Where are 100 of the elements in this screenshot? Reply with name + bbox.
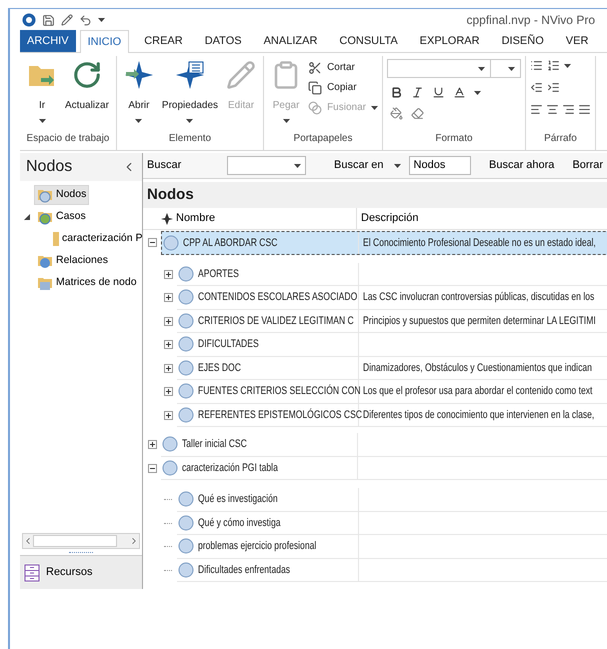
ribbon-tab[interactable]: DATOS <box>198 30 249 52</box>
horizontal-scrollbar[interactable] <box>22 533 140 549</box>
highlight-icon[interactable] <box>390 107 403 120</box>
ribbon-tab[interactable]: ARCHIV <box>20 30 76 52</box>
column-header[interactable]: Descripción <box>361 210 418 227</box>
bold-icon[interactable] <box>390 86 403 99</box>
node-row[interactable]: CPP AL ABORDAR CSC El Conocimiento Profesional Deseable no es un estado ideal, <box>161 231 607 254</box>
node-row[interactable]: DIFICULTADES <box>177 333 607 356</box>
ribbon-small-button[interactable]: Cortar <box>308 60 378 75</box>
expand-box-icon[interactable] <box>164 364 172 373</box>
node-row[interactable]: APORTES <box>177 262 607 286</box>
tree-item[interactable]: Nodos <box>34 185 90 205</box>
node-row[interactable]: Qué es investigación <box>177 488 607 512</box>
indent-increase-icon[interactable] <box>546 81 560 94</box>
italic-icon[interactable] <box>410 86 424 99</box>
ribbon-group-title: Formato <box>435 132 473 145</box>
ribbon-small-button[interactable]: Copiar <box>308 80 378 95</box>
undo-icon[interactable] <box>79 14 92 26</box>
collapse-box-icon[interactable] <box>148 238 156 248</box>
bullet-list-icon[interactable] <box>530 59 543 72</box>
node-name: Dificultades enfrentadas <box>195 558 359 581</box>
ribbon-tab[interactable]: CONSULTA <box>332 30 405 52</box>
node-name: CRITERIOS DE VALIDEZ LEGITIMAN C <box>195 310 359 332</box>
search-in-dropdown[interactable]: Buscar en <box>334 157 401 174</box>
search-field[interactable] <box>227 156 306 175</box>
align-center-icon[interactable] <box>546 103 559 116</box>
search-action-button[interactable]: Buscar ahora <box>489 157 554 174</box>
search-label: Buscar <box>147 158 182 174</box>
indent-decrease-icon[interactable] <box>530 81 543 94</box>
expand-arrow-icon[interactable] <box>24 214 30 220</box>
search-scope-field[interactable]: Nodos <box>408 156 471 175</box>
align-right-icon[interactable] <box>562 103 575 116</box>
pencil-icon[interactable] <box>61 14 73 26</box>
app-logo-icon[interactable] <box>22 13 36 27</box>
node-circle-icon <box>178 538 194 554</box>
window-title: cppfinal.nvp - NVivo Pro <box>466 12 595 29</box>
dropdown-caret-icon <box>394 164 401 168</box>
search-action-button[interactable]: Borrar <box>572 157 603 174</box>
ribbon-button[interactable]: Actualizar <box>62 56 112 130</box>
collapse-box-icon[interactable] <box>148 464 156 473</box>
star-arrow-icon <box>124 60 154 90</box>
ribbon-group-title: Portapapeles <box>294 132 352 145</box>
tree-item[interactable]: Matrices de nodo <box>34 273 140 293</box>
node-row[interactable]: Taller inicial CSC <box>161 433 607 456</box>
expand-box-icon[interactable] <box>148 440 156 450</box>
align-justify-icon[interactable] <box>578 103 591 116</box>
ribbon-tab[interactable]: EXPLORAR <box>412 30 487 52</box>
node-row[interactable]: REFERENTES EPISTEMOLÓGICOS CSCDiferentes tipos de conocimiento que intervienen en la clase, <box>177 404 607 427</box>
scissors-icon <box>308 60 322 74</box>
expand-box-icon[interactable] <box>164 270 172 279</box>
node-row[interactable]: Qué y cómo investiga <box>177 512 607 535</box>
node-circle-icon <box>178 360 194 376</box>
node-name: Taller inicial CSC <box>179 433 358 456</box>
ribbon-tab[interactable]: DISEÑO <box>494 30 551 52</box>
ribbon-button[interactable]: Ir <box>24 56 60 130</box>
resources-button[interactable]: Recursos <box>20 555 142 589</box>
ribbon-tab[interactable]: CREAR <box>137 30 190 52</box>
font-size-dropdown[interactable] <box>490 59 521 78</box>
expand-box-icon[interactable] <box>164 293 172 302</box>
node-description: Diferentes tipos de conocimiento que intervienen en la clase, <box>363 408 594 422</box>
node-row[interactable]: CONTENIDOS ESCOLARES ASOCIADO Las CSC involucran controversias públicas, discutidas en los <box>177 286 607 310</box>
underline-icon[interactable] <box>432 86 445 99</box>
font-color-icon[interactable] <box>452 86 466 99</box>
node-row[interactable]: Dificultades enfrentadas <box>177 558 607 582</box>
expand-box-icon[interactable] <box>164 316 172 326</box>
node-name: EJES DOC <box>195 356 359 379</box>
drawer-cabinet-icon <box>24 564 40 582</box>
ribbon-button[interactable]: Abrir <box>120 56 157 130</box>
node-name: caracterización PGI tabla <box>179 456 358 479</box>
node-row[interactable]: problemas ejercicio profesional <box>177 535 607 558</box>
node-description: Los que el profesor usa para abordar el contenido como text <box>363 384 592 399</box>
tree-item[interactable]: Casos <box>34 207 89 227</box>
dropdown-caret-icon <box>370 106 378 110</box>
column-header[interactable]: Nombre <box>176 210 216 227</box>
ribbon-tab[interactable]: VER <box>558 30 596 52</box>
node-name: Qué es investigación <box>195 488 359 510</box>
node-circle-icon <box>178 312 194 329</box>
ribbon-button[interactable]: Propiedades <box>158 56 222 130</box>
node-row[interactable]: caracterización PGI tabla <box>161 456 607 480</box>
node-row[interactable]: CRITERIOS DE VALIDEZ LEGITIMAN C Principios y supuestos que permiten determinar LA LEGITIMI <box>177 310 607 333</box>
pencil-icon <box>226 60 256 90</box>
dropdown-caret-icon <box>508 66 515 70</box>
expand-box-icon[interactable] <box>164 410 172 420</box>
align-left-icon[interactable] <box>530 103 543 116</box>
node-row[interactable]: FUENTES CRITERIOS SELECCIÓN CON Los que el profesor usa para abordar el contenido como text <box>177 380 607 404</box>
ribbon-tab[interactable]: INICIO <box>80 30 130 53</box>
folder-grid-icon <box>37 275 53 291</box>
node-row[interactable]: EJES DOC Dinamizadores, Obstáculos y Cuestionamientos que indican <box>177 356 607 380</box>
eraser-icon[interactable] <box>410 107 424 120</box>
numbered-list-icon[interactable] <box>546 59 560 72</box>
save-icon[interactable] <box>42 14 55 26</box>
tree-item[interactable]: caracterización P <box>50 229 146 249</box>
dropdown-caret-icon <box>186 119 194 124</box>
ribbon-tab[interactable]: ANALIZAR <box>256 30 324 52</box>
expand-box-icon[interactable] <box>164 340 172 350</box>
tree-item[interactable]: Relaciones <box>34 251 111 271</box>
node-circle-icon <box>178 336 194 352</box>
node-name: REFERENTES EPISTEMOLÓGICOS CSC <box>195 404 359 426</box>
expand-box-icon[interactable] <box>164 387 172 396</box>
node-description: El Conocimiento Profesional Deseable no es un estado ideal, <box>363 236 596 250</box>
